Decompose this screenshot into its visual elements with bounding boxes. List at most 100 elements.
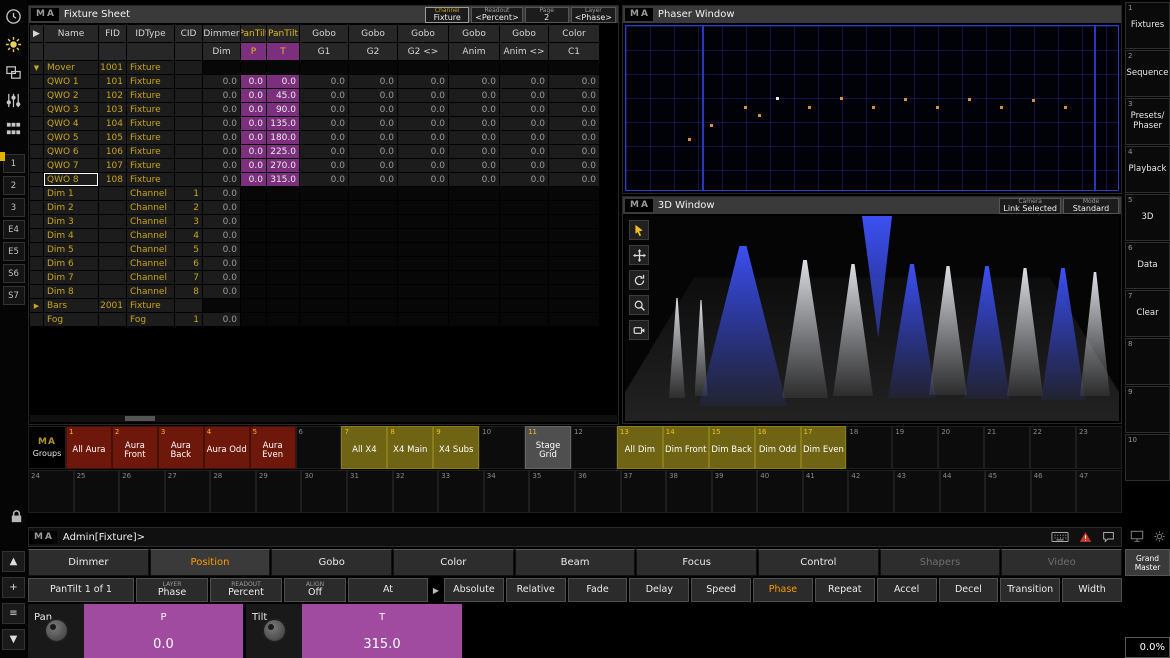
column-header[interactable]: Name <box>44 25 99 43</box>
arrow-up-icon[interactable]: ▲ <box>2 551 25 572</box>
fixture-row[interactable]: Dim 3Channel30.0 <box>30 215 600 229</box>
fixture-row[interactable]: QWO 4104Fixture0.00.0135.00.00.00.00.00.… <box>30 117 600 131</box>
pan-icon[interactable] <box>629 245 649 265</box>
group-empty-slot[interactable]: 40 <box>757 470 803 513</box>
fixture-row[interactable]: QWO 8108Fixture0.00.0315.00.00.00.00.00.… <box>30 173 600 187</box>
group-empty-slot[interactable]: 6 <box>296 426 342 469</box>
title-button-2[interactable]: Page2 <box>525 7 569 23</box>
group-button-aura-front[interactable]: 2Aura Front <box>112 426 158 469</box>
clock-icon[interactable] <box>2 4 26 28</box>
group-empty-slot[interactable]: 12 <box>571 426 617 469</box>
group-button-aura-back[interactable]: 3Aura Back <box>158 426 204 469</box>
camera-icon[interactable] <box>629 320 649 340</box>
encoder-knob[interactable] <box>44 618 69 643</box>
command-line[interactable]: MA Admin[Fixture]> <box>28 527 1122 547</box>
3d-viewport[interactable] <box>625 216 1119 421</box>
grand-master-label[interactable]: Grand Master <box>1125 549 1170 576</box>
column-header[interactable]: Gobo <box>349 25 398 43</box>
group-button-stage-grid[interactable]: 11Stage Grid <box>525 426 571 469</box>
group-empty-slot[interactable]: 24 <box>28 470 74 513</box>
column-header[interactable]: CID <box>175 25 203 43</box>
chat-icon[interactable] <box>1102 528 1115 547</box>
gear-small-icon[interactable] <box>1153 528 1166 547</box>
group-empty-slot[interactable]: 31 <box>347 470 393 513</box>
encoder-tilt[interactable]: TiltT315.0 <box>246 604 462 658</box>
view-button-slot-9[interactable]: 9 <box>1125 386 1170 433</box>
function-button-delay[interactable]: Delay <box>629 578 689 602</box>
view-button-data[interactable]: 6Data <box>1125 242 1170 289</box>
view-button-slot-8[interactable]: 8 <box>1125 338 1170 385</box>
group-empty-slot[interactable]: 25 <box>74 470 120 513</box>
page-button-s7[interactable]: S7 <box>3 286 25 305</box>
monitor-icon[interactable] <box>1130 528 1144 547</box>
group-empty-slot[interactable]: 28 <box>210 470 256 513</box>
title-button-percent[interactable]: Readout<Percent> <box>471 7 523 23</box>
fixture-row[interactable]: Dim 6Channel60.0 <box>30 257 600 271</box>
group-empty-slot[interactable]: 32 <box>393 470 439 513</box>
page-button-2[interactable]: 2 <box>3 176 25 195</box>
fixture-row[interactable]: QWO 5105Fixture0.00.0180.00.00.00.00.00.… <box>30 131 600 145</box>
page-button-s6[interactable]: S6 <box>3 264 25 283</box>
column-header[interactable] <box>175 43 203 61</box>
group-empty-slot[interactable]: 30 <box>301 470 347 513</box>
fixture-row[interactable]: Dim 2Channel20.0 <box>30 201 600 215</box>
column-header[interactable]: PanTilt <box>241 25 267 43</box>
function-button-width[interactable]: Width <box>1062 578 1122 602</box>
group-empty-slot[interactable]: 37 <box>621 470 667 513</box>
keyboard-icon[interactable] <box>1051 528 1069 547</box>
column-header[interactable]: T <box>267 43 300 61</box>
list-icon[interactable]: ≡ <box>2 603 25 624</box>
group-button-all-x4[interactable]: 7All X4 <box>341 426 387 469</box>
column-header[interactable]: ▶ <box>30 25 44 43</box>
group-button-aura-odd[interactable]: 4Aura Odd <box>204 426 250 469</box>
gear-icon[interactable] <box>2 32 26 56</box>
group-empty-slot[interactable]: 29 <box>256 470 302 513</box>
column-header[interactable]: Gobo <box>500 25 549 43</box>
group-empty-slot[interactable]: 34 <box>484 470 530 513</box>
group-empty-slot[interactable]: 20 <box>938 426 984 469</box>
view-button-sequence[interactable]: 2Sequence <box>1125 50 1170 97</box>
preset-tab-video[interactable]: Video <box>1001 549 1122 576</box>
function-button-relative[interactable]: Relative <box>506 578 566 602</box>
camera-link-button[interactable]: Camera Link Selected <box>999 198 1061 214</box>
group-empty-slot[interactable]: 39 <box>712 470 758 513</box>
group-empty-slot[interactable]: 47 <box>1076 470 1122 513</box>
group-empty-slot[interactable]: 27 <box>165 470 211 513</box>
mode-button[interactable]: Mode Standard <box>1063 198 1119 214</box>
group-empty-slot[interactable]: 21 <box>984 426 1030 469</box>
preset-tab-gobo[interactable]: Gobo <box>271 549 392 576</box>
preset-tab-focus[interactable]: Focus <box>636 549 757 576</box>
faders-icon[interactable] <box>2 88 26 112</box>
group-button-dim-odd[interactable]: 16Dim Odd <box>755 426 801 469</box>
function-button-fade[interactable]: Fade <box>568 578 628 602</box>
page-button-1[interactable]: 1 <box>3 154 25 173</box>
fixture-row[interactable]: Dim 8Channel80.0 <box>30 285 600 299</box>
3d-titlebar[interactable]: MA 3D Window Camera Link Selected Mode S… <box>623 197 1121 215</box>
group-empty-slot[interactable]: 42 <box>848 470 894 513</box>
group-button-all-aura[interactable]: 1All Aura <box>66 426 112 469</box>
function-button-absolute[interactable]: Absolute <box>444 578 504 602</box>
group-button-all-dim[interactable]: 13All Dim <box>617 426 663 469</box>
page-button-e5[interactable]: E5 <box>3 242 25 261</box>
group-empty-slot[interactable]: 26 <box>119 470 165 513</box>
group-button-aura-even[interactable]: 5Aura Even <box>250 426 296 469</box>
view-button-clear[interactable]: 7Clear <box>1125 290 1170 337</box>
fixture-row[interactable]: QWO 6106Fixture0.00.0225.00.00.00.00.00.… <box>30 145 600 159</box>
preset-tab-position[interactable]: Position <box>150 549 271 576</box>
phaser-grid[interactable] <box>625 25 1119 191</box>
group-empty-slot[interactable]: 45 <box>985 470 1031 513</box>
group-empty-slot[interactable]: 43 <box>894 470 940 513</box>
column-header[interactable]: Gobo <box>398 25 449 43</box>
windows-icon[interactable] <box>2 60 26 84</box>
column-header[interactable]: G1 <box>300 43 349 61</box>
layer-button-layer[interactable]: LAYERPhase <box>136 578 208 602</box>
group-empty-slot[interactable]: 10 <box>479 426 525 469</box>
group-button-x4-subs[interactable]: 9X4 Subs <box>433 426 479 469</box>
column-header[interactable] <box>30 43 44 61</box>
preset-tab-shapers[interactable]: Shapers <box>880 549 1001 576</box>
expand-arrow-icon[interactable]: ▶ <box>430 578 442 602</box>
group-empty-slot[interactable]: 19 <box>892 426 938 469</box>
column-header[interactable] <box>44 43 99 61</box>
group-button-dim-back[interactable]: 15Dim Back <box>709 426 755 469</box>
group-empty-slot[interactable]: 18 <box>846 426 892 469</box>
